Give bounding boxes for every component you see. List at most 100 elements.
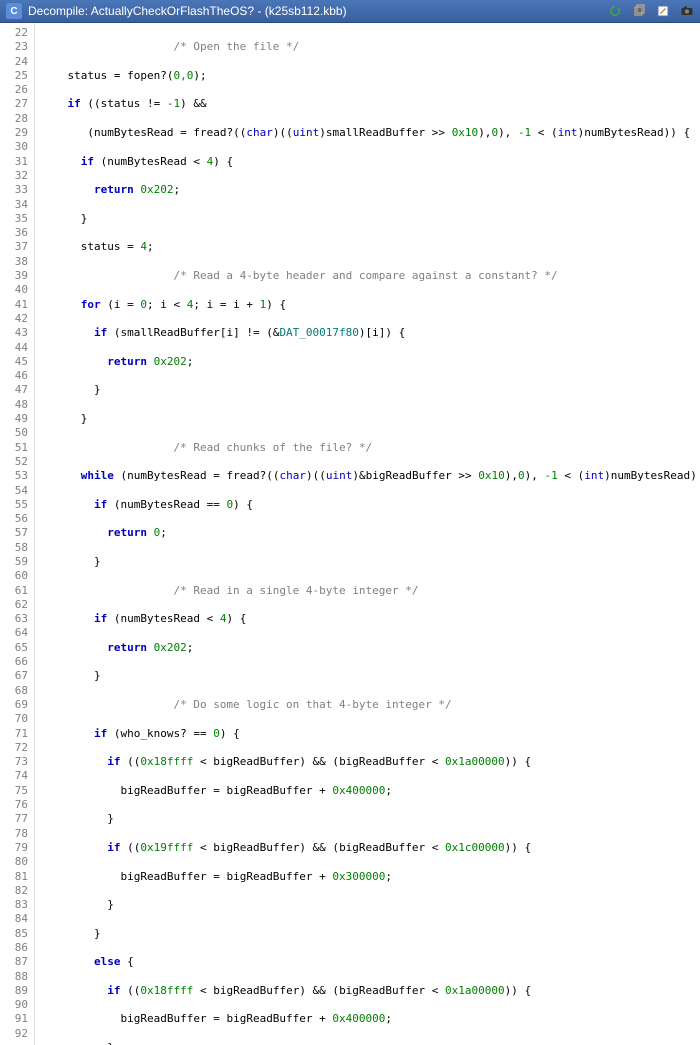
ident: who_knows? xyxy=(120,727,186,740)
title-function: ActuallyCheckOrFlashTheOS? xyxy=(91,4,254,18)
code-line: if (numBytesRead == 0) { xyxy=(41,498,700,512)
number: 0 xyxy=(154,526,161,539)
number: 0x1a00000 xyxy=(445,984,505,997)
comment: /* Open the file */ xyxy=(173,40,299,53)
comment: /* Read chunks of the file? */ xyxy=(173,441,372,454)
code-line: } xyxy=(41,383,700,397)
ident: numBytesRead xyxy=(611,469,690,482)
line-number: 83 xyxy=(0,898,28,912)
type: char xyxy=(279,469,306,482)
code-line: bigReadBuffer = bigReadBuffer + 0x400000… xyxy=(41,1012,700,1026)
line-number: 70 xyxy=(0,712,28,726)
code-line: /* Read in a single 4-byte integer */ xyxy=(41,584,700,598)
line-number: 67 xyxy=(0,669,28,683)
code-line: return 0; xyxy=(41,526,700,540)
ident: bigReadBuffer xyxy=(226,870,312,883)
keyword: if xyxy=(94,727,107,740)
data-ref: DAT_00017f80 xyxy=(279,326,358,339)
line-number: 43 xyxy=(0,326,28,340)
code-line: /* Read chunks of the file? */ xyxy=(41,441,700,455)
ident: bigReadBuffer xyxy=(120,870,206,883)
number: -1 xyxy=(544,469,557,482)
edit-icon[interactable] xyxy=(656,4,670,18)
line-number: 86 xyxy=(0,941,28,955)
comment: /* Do some logic on that 4-byte integer … xyxy=(173,698,451,711)
number: 0x400000 xyxy=(332,784,385,797)
ident: i xyxy=(226,326,233,339)
number: 4 xyxy=(187,298,194,311)
line-number: 80 xyxy=(0,855,28,869)
line-number: 26 xyxy=(0,83,28,97)
number: 0,0 xyxy=(174,69,194,82)
code-line: if (numBytesRead < 4) { xyxy=(41,155,700,169)
code-line: if ((status != -1) && xyxy=(41,97,700,111)
code-line: if ((0x19ffff < bigReadBuffer) && (bigRe… xyxy=(41,841,700,855)
number: 4 xyxy=(207,155,214,168)
number: 0x18ffff xyxy=(140,755,193,768)
func-call: fread? xyxy=(193,126,233,139)
func-call: fread? xyxy=(226,469,266,482)
code-line: else { xyxy=(41,955,700,969)
comment: /* Read in a single 4-byte integer */ xyxy=(173,584,418,597)
ident: status xyxy=(101,97,141,110)
ident: bigReadBuffer xyxy=(366,469,452,482)
ident: bigReadBuffer xyxy=(339,755,425,768)
code-line: return 0x202; xyxy=(41,355,700,369)
code-line: /* Open the file */ xyxy=(41,40,700,54)
code-line: return 0x202; xyxy=(41,641,700,655)
line-number: 81 xyxy=(0,870,28,884)
type: uint xyxy=(326,469,353,482)
line-number: 23 xyxy=(0,40,28,54)
ident: status xyxy=(81,240,121,253)
ident: bigReadBuffer xyxy=(120,784,206,797)
code-line: if ((0x18ffff < bigReadBuffer) && (bigRe… xyxy=(41,984,700,998)
line-number: 40 xyxy=(0,283,28,297)
line-number: 84 xyxy=(0,912,28,926)
line-number: 34 xyxy=(0,198,28,212)
ident: numBytesRead xyxy=(107,155,186,168)
camera-icon[interactable] xyxy=(680,4,694,18)
type: int xyxy=(558,126,578,139)
line-number: 66 xyxy=(0,655,28,669)
number: 0x18ffff xyxy=(140,984,193,997)
type: int xyxy=(584,469,604,482)
line-number: 91 xyxy=(0,1012,28,1026)
code-line: if (numBytesRead < 4) { xyxy=(41,612,700,626)
number: 0x10 xyxy=(478,469,505,482)
keyword: return xyxy=(107,355,147,368)
line-number: 45 xyxy=(0,355,28,369)
line-number: 29 xyxy=(0,126,28,140)
editor-body: 2223242526272829303132333435363738394041… xyxy=(0,23,700,1045)
keyword: return xyxy=(94,183,134,196)
title-suffix: - (k25sb112.kbb) xyxy=(254,4,347,18)
refresh-icon[interactable] xyxy=(608,4,622,18)
line-number: 85 xyxy=(0,927,28,941)
ident: smallReadBuffer xyxy=(120,326,219,339)
keyword: while xyxy=(81,469,114,482)
line-number: 53 xyxy=(0,469,28,483)
line-number: 44 xyxy=(0,341,28,355)
keyword: if xyxy=(68,97,81,110)
line-number: 78 xyxy=(0,827,28,841)
line-number: 61 xyxy=(0,584,28,598)
number: 0x300000 xyxy=(332,870,385,883)
code-line: for (i = 0; i < 4; i = i + 1) { xyxy=(41,298,700,312)
code-line: } xyxy=(41,555,700,569)
keyword: if xyxy=(107,755,120,768)
line-number: 76 xyxy=(0,798,28,812)
keyword: if xyxy=(94,326,107,339)
func-call: fopen? xyxy=(127,69,167,82)
type: uint xyxy=(293,126,320,139)
ident: numBytesRead xyxy=(584,126,663,139)
line-number: 33 xyxy=(0,183,28,197)
title-prefix: Decompile: xyxy=(28,4,91,18)
number: 0x202 xyxy=(154,355,187,368)
line-number: 60 xyxy=(0,569,28,583)
code-line: } xyxy=(41,412,700,426)
code-line: return 0x202; xyxy=(41,183,700,197)
ident: bigReadBuffer xyxy=(339,984,425,997)
ident: numBytesRead xyxy=(120,498,199,511)
copy-icon[interactable] xyxy=(632,4,646,18)
code-area[interactable]: /* Open the file */ status = fopen?(0,0)… xyxy=(35,23,700,1045)
number: 0 xyxy=(226,498,233,511)
